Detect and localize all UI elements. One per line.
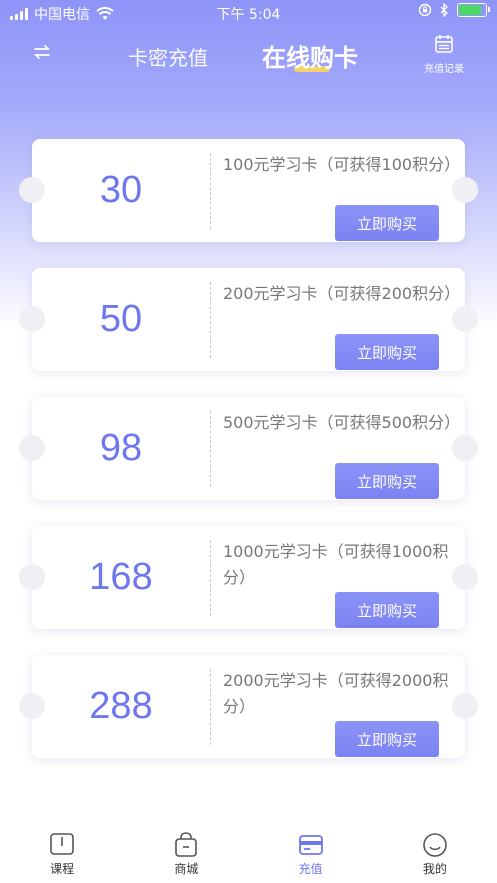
- buy-now-button[interactable]: 立即购买: [335, 463, 439, 499]
- card-price: 288: [89, 685, 153, 727]
- dashed-divider: [210, 282, 211, 358]
- tab-online-buy[interactable]: 在线购卡: [262, 38, 358, 73]
- smile-face-icon: [423, 833, 447, 857]
- card-list: 30 100元学习卡（可获得100积分） 立即购买 50 200元学习卡（可获得…: [19, 139, 478, 784]
- card-item: 30 100元学习卡（可获得100积分） 立即购买: [19, 139, 478, 242]
- top-nav: 卡密充值 在线购卡 充值记录: [0, 28, 497, 80]
- card-description: 2000元学习卡（可获得2000积分）: [223, 671, 449, 716]
- status-bar: 中国电信 下午 5:04: [0, 0, 497, 26]
- buy-now-button[interactable]: 立即购买: [335, 721, 439, 757]
- card-description: 1000元学习卡（可获得1000积分）: [223, 542, 449, 587]
- card-item: 50 200元学习卡（可获得200积分） 立即购买: [19, 268, 478, 371]
- calendar-icon: [435, 35, 453, 53]
- card-item: 168 1000元学习卡（可获得1000积分） 立即购买: [19, 526, 478, 629]
- recharge-records-button[interactable]: 充值记录: [421, 34, 467, 75]
- tab-course[interactable]: 课程: [0, 822, 124, 883]
- card-icon: [298, 835, 323, 855]
- records-label: 充值记录: [424, 64, 464, 75]
- buy-now-button[interactable]: 立即购买: [335, 205, 439, 241]
- card-price: 50: [99, 298, 143, 340]
- tab-label: 充值: [298, 862, 323, 876]
- shopping-bag-icon: [175, 832, 198, 857]
- dashed-divider: [210, 411, 211, 487]
- card-price: 30: [99, 169, 143, 211]
- tab-label: 课程: [50, 862, 75, 876]
- tab-label: 商城: [174, 862, 199, 876]
- tab-recharge[interactable]: 充值: [249, 822, 373, 883]
- buy-now-button[interactable]: 立即购买: [335, 592, 439, 628]
- card-description: 200元学习卡（可获得200积分）: [223, 284, 461, 303]
- card-item: 98 500元学习卡（可获得500积分） 立即购买: [19, 397, 478, 500]
- dashed-divider: [210, 153, 211, 229]
- card-description: 500元学习卡（可获得500积分）: [223, 413, 461, 432]
- card-price: 168: [89, 556, 153, 598]
- tab-label: 我的: [422, 862, 447, 876]
- dashed-divider: [210, 540, 211, 616]
- battery-icon: [457, 3, 490, 17]
- swap-icon[interactable]: [30, 40, 54, 64]
- book-icon: [50, 833, 74, 855]
- bottom-tab-bar: 课程 商城 充值 我的: [0, 822, 497, 883]
- card-description: 100元学习卡（可获得100积分）: [223, 155, 461, 174]
- card-price: 98: [99, 427, 143, 469]
- dashed-divider: [210, 669, 211, 745]
- bluetooth-icon: [440, 3, 448, 17]
- tab-mall[interactable]: 商城: [124, 822, 248, 883]
- tab-mine[interactable]: 我的: [373, 822, 497, 883]
- tab-card-password[interactable]: 卡密充值: [128, 42, 208, 71]
- card-item: 288 2000元学习卡（可获得2000积分） 立即购买: [19, 655, 478, 758]
- buy-now-button[interactable]: 立即购买: [335, 334, 439, 370]
- orientation-lock-icon: [418, 3, 432, 17]
